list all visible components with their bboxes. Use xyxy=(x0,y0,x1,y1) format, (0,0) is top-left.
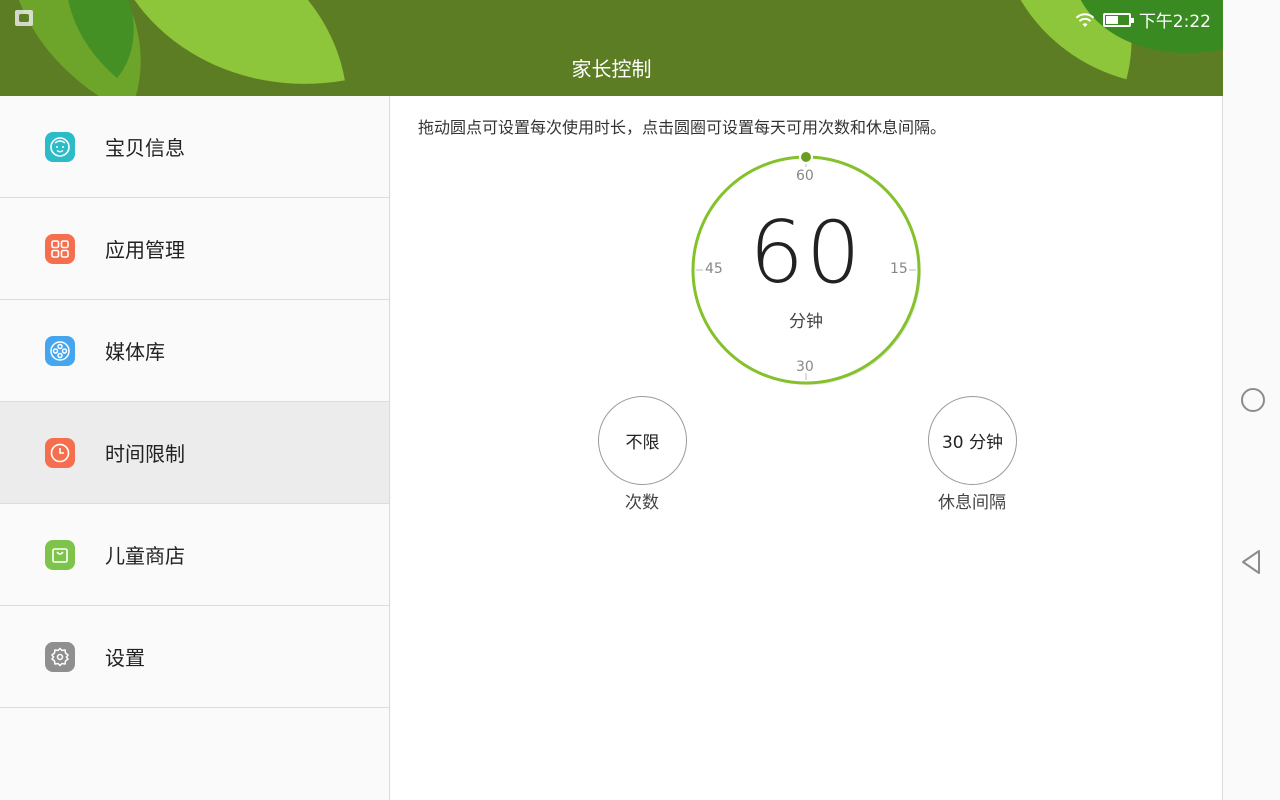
duration-dial[interactable]: 60 15 30 45 60 分钟 xyxy=(690,150,922,387)
status-bar: 下午2:22 xyxy=(1075,7,1211,32)
tick-label: 60 xyxy=(796,168,814,184)
sidebar-item-baby-info[interactable]: 宝贝信息 xyxy=(0,96,389,198)
home-button[interactable] xyxy=(1241,388,1265,412)
duration-value: 60 xyxy=(749,203,863,303)
gear-icon xyxy=(45,641,75,672)
times-per-day-label: 次数 xyxy=(625,493,659,513)
back-button[interactable] xyxy=(1239,548,1263,576)
battery-icon xyxy=(1102,12,1134,27)
times-per-day-button[interactable]: 不限 xyxy=(598,396,687,485)
system-nav-bar xyxy=(1224,0,1280,800)
tick-label: 30 xyxy=(796,359,814,375)
sidebar-item-label: 宝贝信息 xyxy=(105,136,185,160)
instruction-text: 拖动圆点可设置每次使用时长，点击圆圈可设置每天可用次数和休息间隔。 xyxy=(418,118,947,137)
sidebar-item-media-library[interactable]: 媒体库 xyxy=(0,300,389,402)
sidebar-item-app-management[interactable]: 应用管理 xyxy=(0,198,389,300)
time-limit-panel: 拖动圆点可设置每次使用时长，点击圆圈可设置每天可用次数和休息间隔。 60 15 … xyxy=(391,96,1223,800)
duration-unit: 分钟 xyxy=(789,312,823,332)
apps-grid-icon xyxy=(45,233,75,264)
status-time: 下午2:22 xyxy=(1138,12,1211,32)
shopping-bag-icon xyxy=(45,539,75,570)
notification-app-icon xyxy=(15,10,33,26)
wifi-icon xyxy=(1075,12,1095,27)
sidebar-item-label: 时间限制 xyxy=(105,442,185,466)
sidebar-item-label: 应用管理 xyxy=(105,238,185,262)
sidebar-item-time-limit[interactable]: 时间限制 xyxy=(0,402,389,504)
baby-face-icon xyxy=(45,131,75,162)
sidebar-item-settings[interactable]: 设置 xyxy=(0,606,389,708)
sidebar-item-label: 儿童商店 xyxy=(105,544,185,568)
sidebar: 宝贝信息 应用管理 媒体库 时间限制 儿童商店 设置 xyxy=(0,96,390,800)
sidebar-item-label: 媒体库 xyxy=(105,340,165,364)
film-reel-icon xyxy=(45,335,75,366)
page-title: 家长控制 xyxy=(571,57,652,81)
dial-drag-handle[interactable] xyxy=(799,150,813,164)
rest-interval-button[interactable]: 30 分钟 xyxy=(928,396,1017,485)
sidebar-item-label: 设置 xyxy=(105,646,145,670)
sidebar-item-kids-store[interactable]: 儿童商店 xyxy=(0,504,389,606)
rest-interval-label: 休息间隔 xyxy=(938,493,1006,513)
header: 下午2:22 家长控制 xyxy=(0,0,1223,96)
clock-icon xyxy=(45,437,75,468)
